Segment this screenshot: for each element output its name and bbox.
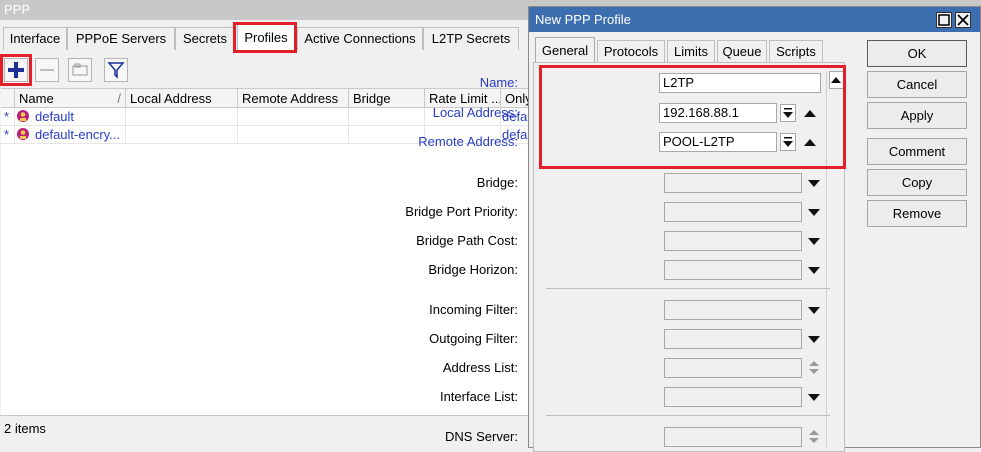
column-header-flag [1,89,15,108]
comment-button[interactable] [68,58,92,82]
remote-address-label: Remote Address: [418,134,518,149]
row-bridge [349,126,425,143]
interface-list-label: Interface List: [439,389,518,404]
column-header-bridge[interactable]: Bridge [349,89,425,108]
dialog-tab-limits[interactable]: Limits [667,40,715,62]
incoming-filter-select[interactable] [664,300,802,320]
close-icon [957,14,969,26]
chevron-down-icon[interactable] [808,267,820,274]
ppp-tab-bar: Interface PPPoE Servers Secrets Profiles… [0,22,530,53]
chevron-down-icon[interactable] [808,238,820,245]
column-header-local-address[interactable]: Local Address [126,89,238,108]
chevron-down-icon[interactable] [808,209,820,216]
bridge-select[interactable] [664,173,802,193]
apply-button[interactable]: Apply [867,102,967,129]
close-button[interactable] [955,12,971,28]
name-label: Name: [479,75,518,90]
ok-button[interactable]: OK [867,40,967,67]
bridge-path-cost-input[interactable] [664,231,802,251]
filter-button[interactable] [104,58,128,82]
tab-active-connections[interactable]: Active Connections [297,27,423,50]
sort-icon: / [117,91,121,106]
maximize-button[interactable] [936,12,952,28]
row-local-address [126,108,238,125]
row-name: default-encry... [35,127,121,142]
bridge-port-priority-input[interactable] [664,202,802,222]
row-name-cell: default [15,108,126,125]
bridge-path-cost-label: Bridge Path Cost: [416,233,518,248]
dialog-tab-scripts[interactable]: Scripts [769,40,823,62]
row-flag: * [1,126,15,143]
address-list-label: Address List: [442,360,518,375]
remove-button[interactable]: Remove [867,200,967,227]
chevron-down-icon[interactable] [808,394,820,401]
chevron-down-icon[interactable] [808,180,820,187]
column-header-remote-address[interactable]: Remote Address [238,89,349,108]
up-down-arrows-icon[interactable] [808,360,820,376]
chevron-down-icon[interactable] [808,336,820,343]
tab-pppoe-servers[interactable]: PPPoE Servers [67,27,175,50]
profiles-tab-highlight [233,22,297,53]
comment-button[interactable]: Comment [867,138,967,165]
comment-icon [72,63,88,76]
item-count: 2 items [4,421,46,436]
column-header-name[interactable]: Name / [15,89,126,108]
copy-button[interactable]: Copy [867,169,967,196]
outgoing-filter-label: Outgoing Filter: [429,331,518,346]
filter-icon [107,62,125,79]
outgoing-filter-select[interactable] [664,329,802,349]
bridge-label: Bridge: [476,175,518,190]
dialog-titlebar: New PPP Profile [529,7,980,32]
tab-interface[interactable]: Interface [3,27,67,50]
row-remote-address [238,108,349,125]
local-address-label: Local Address: [432,105,518,120]
dialog-title: New PPP Profile [535,12,631,27]
profile-icon [17,128,29,140]
dns-server-label: DNS Server: [445,429,518,444]
bridge-port-priority-label: Bridge Port Priority: [405,204,518,219]
ppp-toolbar [0,52,530,86]
add-button-highlight [0,54,32,86]
dialog-tab-queue[interactable]: Queue [717,40,767,62]
tab-l2tp-secrets[interactable]: L2TP Secrets [423,27,519,50]
bridge-horizon-label: Bridge Horizon: [428,262,518,277]
chevron-down-icon[interactable] [808,307,820,314]
cancel-button[interactable]: Cancel [867,71,967,98]
remove-button[interactable] [35,58,59,82]
remove-icon [40,69,54,71]
general-tab-panel: Name: L2TP Local Address: 192.168.88.1 R… [405,62,846,452]
ppp-window-title: PPP [4,2,31,17]
dialog-tab-general[interactable]: General [535,37,595,63]
row-remote-address [238,126,349,143]
row-local-address [126,126,238,143]
row-name: default [35,109,75,124]
interface-list-select[interactable] [664,387,802,407]
address-list-input[interactable] [664,358,802,378]
row-flag: * [1,108,15,125]
tab-secrets[interactable]: Secrets [175,27,235,50]
row-name-cell: default-encry... [15,126,126,143]
row-bridge [349,108,425,125]
incoming-filter-label: Incoming Filter: [429,302,518,317]
address-fields-highlight [539,65,846,169]
maximize-icon [938,14,950,26]
profile-icon [17,110,29,122]
dns-server-input[interactable] [664,427,802,447]
up-down-arrows-icon[interactable] [808,429,820,445]
dialog-tab-protocols[interactable]: Protocols [597,40,665,62]
divider [546,415,830,416]
divider [546,288,830,289]
column-header-name-label: Name [19,91,54,106]
bridge-horizon-input[interactable] [664,260,802,280]
new-ppp-profile-dialog: New PPP Profile General Protocols Limits… [405,6,981,452]
